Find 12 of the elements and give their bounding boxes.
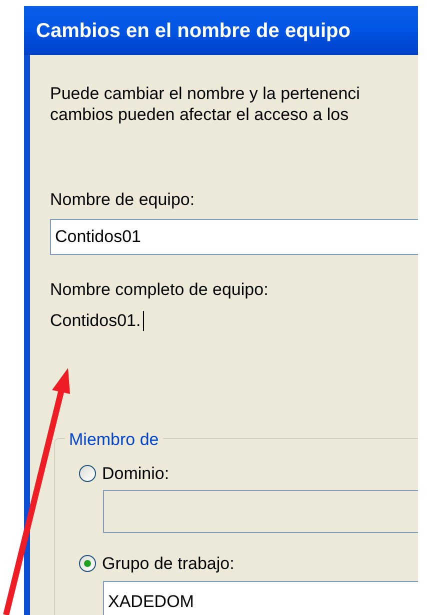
full-name-value: Contidos01. (50, 310, 141, 332)
radio-label: Grupo de trabajo: (102, 553, 234, 575)
window-title: Cambios en el nombre de equipo (24, 6, 418, 55)
description-text: Puede cambiar el nombre y la pertenenci (50, 83, 361, 104)
input-field[interactable]: Contidos01 (50, 218, 418, 254)
field-label: Nombre de equipo: (50, 189, 196, 211)
description-text: cambios pueden afectar el acceso a los (50, 104, 350, 125)
radio-button[interactable] (79, 464, 96, 482)
input-field[interactable]: XADEDOM (103, 580, 418, 615)
field-label: Nombre completo de equipo: (50, 278, 270, 300)
radio-label: Dominio: (102, 462, 170, 484)
radio-button[interactable] (79, 555, 96, 572)
